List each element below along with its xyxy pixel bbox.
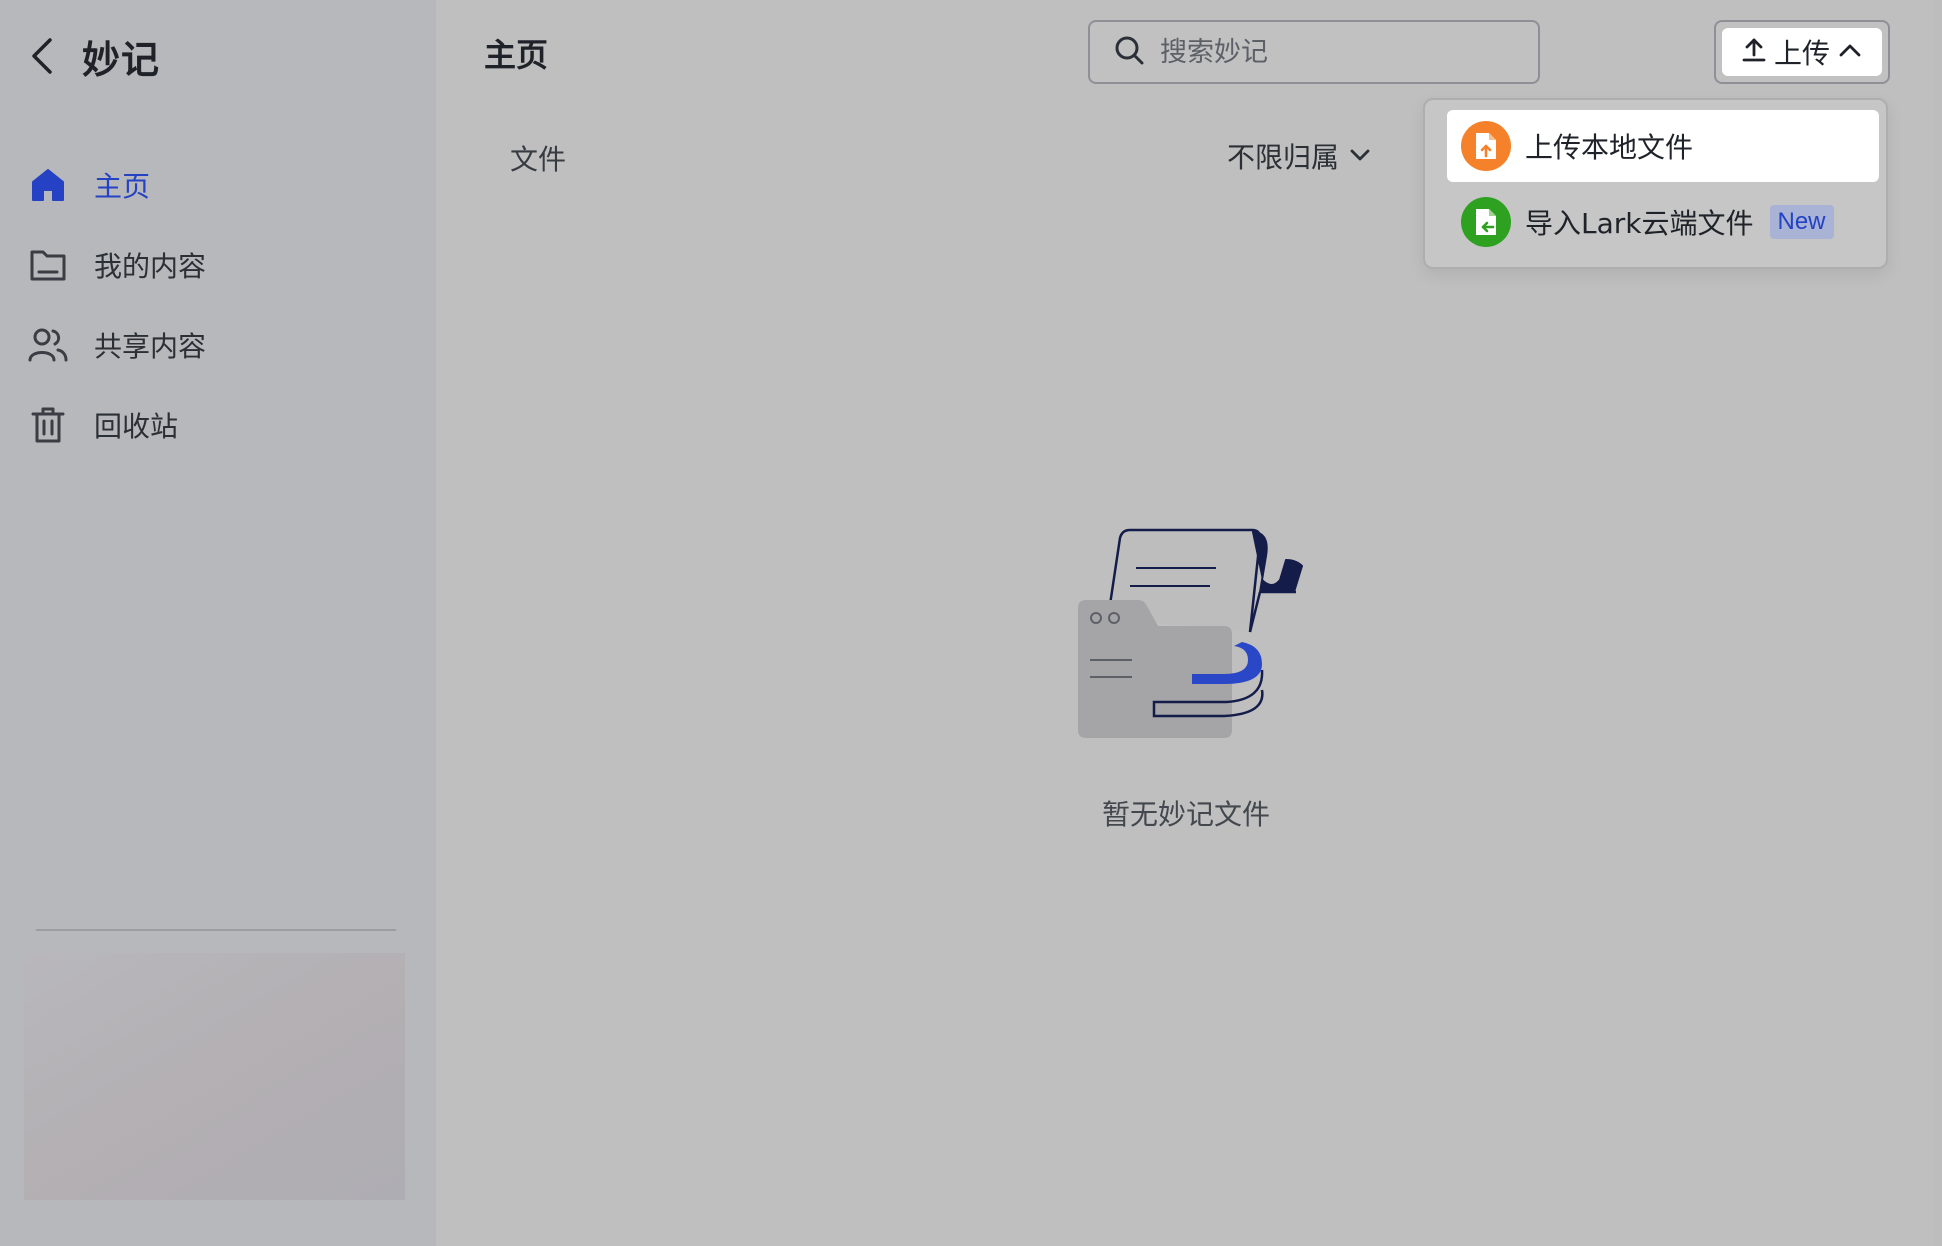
sidebar-divider xyxy=(36,929,396,931)
sidebar-item-label: 共享内容 xyxy=(94,330,207,363)
upload-button-frame: 上传 xyxy=(1714,20,1890,84)
sidebar-item-my-content[interactable]: 我的内容 xyxy=(28,225,408,305)
sidebar-header: 妙记 xyxy=(30,28,160,84)
menu-item-label: 导入Lark云端文件 xyxy=(1525,207,1754,240)
empty-state-illustration xyxy=(1074,520,1324,750)
upload-arrow-icon xyxy=(1742,37,1766,67)
search-box[interactable] xyxy=(1088,20,1540,84)
page-scrollbar[interactable] xyxy=(1934,0,1942,1246)
home-icon xyxy=(28,165,68,205)
file-upload-icon xyxy=(1461,121,1511,171)
upload-label: 上传 xyxy=(1773,37,1830,70)
trash-icon xyxy=(28,405,68,445)
search-icon xyxy=(1114,35,1144,69)
menu-item-label: 上传本地文件 xyxy=(1525,131,1694,164)
chevron-down-icon xyxy=(1349,147,1371,166)
files-section-label: 文件 xyxy=(510,143,567,176)
sidebar-item-home[interactable]: 主页 xyxy=(28,145,408,225)
sidebar-promo-card[interactable] xyxy=(24,953,405,1200)
ownership-filter-dropdown[interactable]: 不限归属 xyxy=(1227,136,1371,176)
sidebar-item-shared[interactable]: 共享内容 xyxy=(28,305,408,385)
filter-label: 不限归属 xyxy=(1227,141,1340,174)
upload-button[interactable]: 上传 xyxy=(1722,28,1882,76)
new-badge: New xyxy=(1769,205,1834,239)
sidebar-nav: 主页 我的内容 共享内容 回收站 xyxy=(28,145,408,465)
file-import-icon xyxy=(1461,197,1511,247)
sidebar-item-label: 我的内容 xyxy=(94,250,207,283)
sidebar-item-label: 主页 xyxy=(94,170,151,203)
page-title: 主页 xyxy=(484,36,549,74)
search-input[interactable] xyxy=(1160,36,1530,68)
sidebar-item-trash[interactable]: 回收站 xyxy=(28,385,408,465)
upload-local-file-item[interactable]: 上传本地文件 xyxy=(1447,110,1879,182)
import-lark-file-item[interactable]: 导入Lark云端文件 New xyxy=(1447,186,1879,258)
sidebar-item-label: 回收站 xyxy=(94,410,179,443)
app-title: 妙记 xyxy=(82,37,161,82)
chevron-up-icon xyxy=(1838,42,1862,62)
sidebar: 妙记 主页 我的内容 共享内容 回收站 xyxy=(0,0,436,1246)
empty-state-message: 暂无妙记文件 xyxy=(1101,798,1270,831)
people-icon xyxy=(28,325,68,365)
back-chevron-icon[interactable] xyxy=(30,28,64,84)
upload-menu: 上传本地文件 导入Lark云端文件 New xyxy=(1423,98,1888,269)
folder-icon xyxy=(28,245,68,285)
